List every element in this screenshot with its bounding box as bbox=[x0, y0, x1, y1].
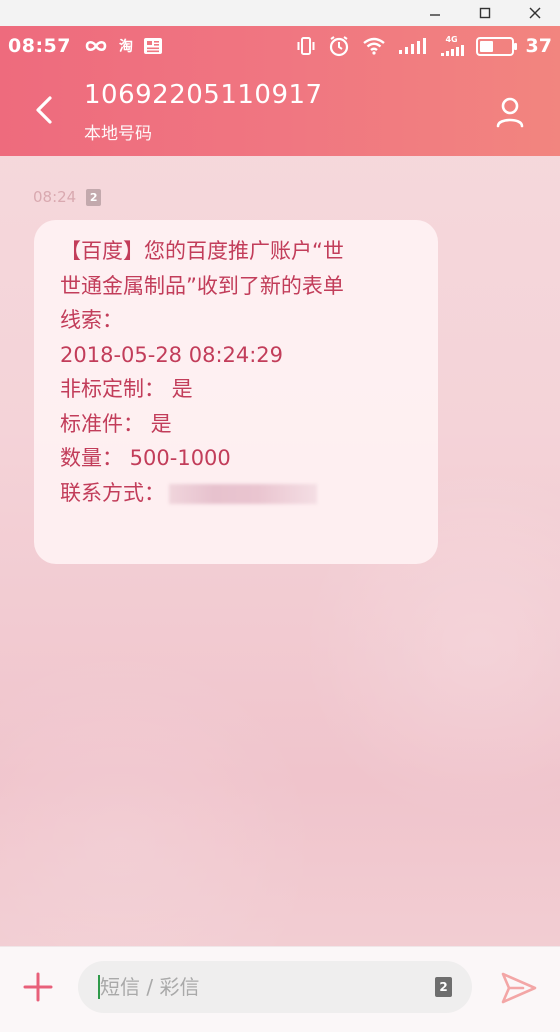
send-icon bbox=[501, 972, 537, 1004]
status-right-icons: 4G 37 bbox=[296, 35, 552, 57]
plus-icon bbox=[23, 972, 53, 1002]
sim-badge: 2 bbox=[86, 188, 102, 206]
taobao-icon: 淘 bbox=[118, 39, 133, 55]
alarm-icon bbox=[328, 35, 350, 57]
contact-number: 10692205110917 bbox=[84, 80, 323, 110]
wifi-icon bbox=[362, 37, 386, 55]
close-button[interactable] bbox=[510, 0, 560, 26]
close-icon bbox=[529, 7, 541, 19]
battery-fill bbox=[479, 40, 493, 52]
message-meta: 08:24 2 bbox=[33, 188, 102, 206]
message-line: 2018-05-28 08:24:29 bbox=[60, 342, 284, 367]
maximize-button[interactable] bbox=[460, 0, 510, 26]
maximize-icon bbox=[479, 7, 491, 19]
attach-button[interactable] bbox=[22, 971, 54, 1003]
message-bubble[interactable]: 【百度】您的百度推广账户“世 世通金属制品”收到了新的表单 线索： 2018-0… bbox=[34, 220, 438, 564]
sim-selector[interactable]: 2 bbox=[435, 977, 452, 997]
battery-percent: 37 bbox=[525, 35, 552, 57]
status-time: 08:57 bbox=[8, 35, 71, 57]
message-line: 世通金属制品”收到了新的表单 bbox=[60, 273, 344, 298]
message-time: 08:24 bbox=[33, 188, 77, 206]
minimize-icon bbox=[430, 14, 440, 16]
message-line: 【百度】您的百度推广账户“世 bbox=[60, 239, 344, 263]
back-button[interactable] bbox=[26, 90, 62, 130]
window-title-bar bbox=[0, 0, 560, 26]
chevron-left-icon bbox=[36, 96, 52, 124]
phone-screen: 08:57 淘 4G 37 10692205110917 本地号码 08:24 … bbox=[0, 26, 560, 1032]
app-header: 08:57 淘 4G 37 10692205110917 本地号码 bbox=[0, 26, 560, 156]
text-caret bbox=[98, 975, 100, 999]
signal-4g-icon: 4G bbox=[440, 36, 464, 56]
signal-icon bbox=[398, 37, 428, 55]
compose-bar: 2 bbox=[0, 946, 560, 1032]
contact-line: 联系方式： bbox=[60, 476, 418, 511]
contact-subtitle: 本地号码 bbox=[84, 124, 152, 144]
message-input[interactable] bbox=[78, 961, 472, 1013]
message-line: 线索： bbox=[60, 308, 123, 332]
message-line: 数量： 500-1000 bbox=[60, 446, 231, 470]
infinity-icon bbox=[83, 39, 109, 53]
network-label: 4G bbox=[445, 35, 458, 44]
message-line: 非标定制： 是 bbox=[60, 377, 193, 401]
send-button[interactable] bbox=[498, 967, 540, 1009]
vibrate-icon bbox=[296, 36, 316, 56]
battery-icon bbox=[475, 36, 517, 56]
status-left-icons: 淘 bbox=[83, 36, 163, 56]
contact-label: 联系方式： bbox=[60, 480, 165, 505]
minimize-button[interactable] bbox=[410, 0, 460, 26]
contact-details-button[interactable] bbox=[490, 92, 530, 132]
conversation-title-bar: 10692205110917 本地号码 bbox=[0, 66, 560, 156]
person-icon bbox=[496, 97, 524, 128]
news-icon bbox=[143, 37, 163, 55]
message-line: 标准件： 是 bbox=[60, 411, 172, 436]
redacted-contact bbox=[169, 483, 317, 504]
status-bar: 08:57 淘 4G 37 bbox=[0, 26, 560, 66]
